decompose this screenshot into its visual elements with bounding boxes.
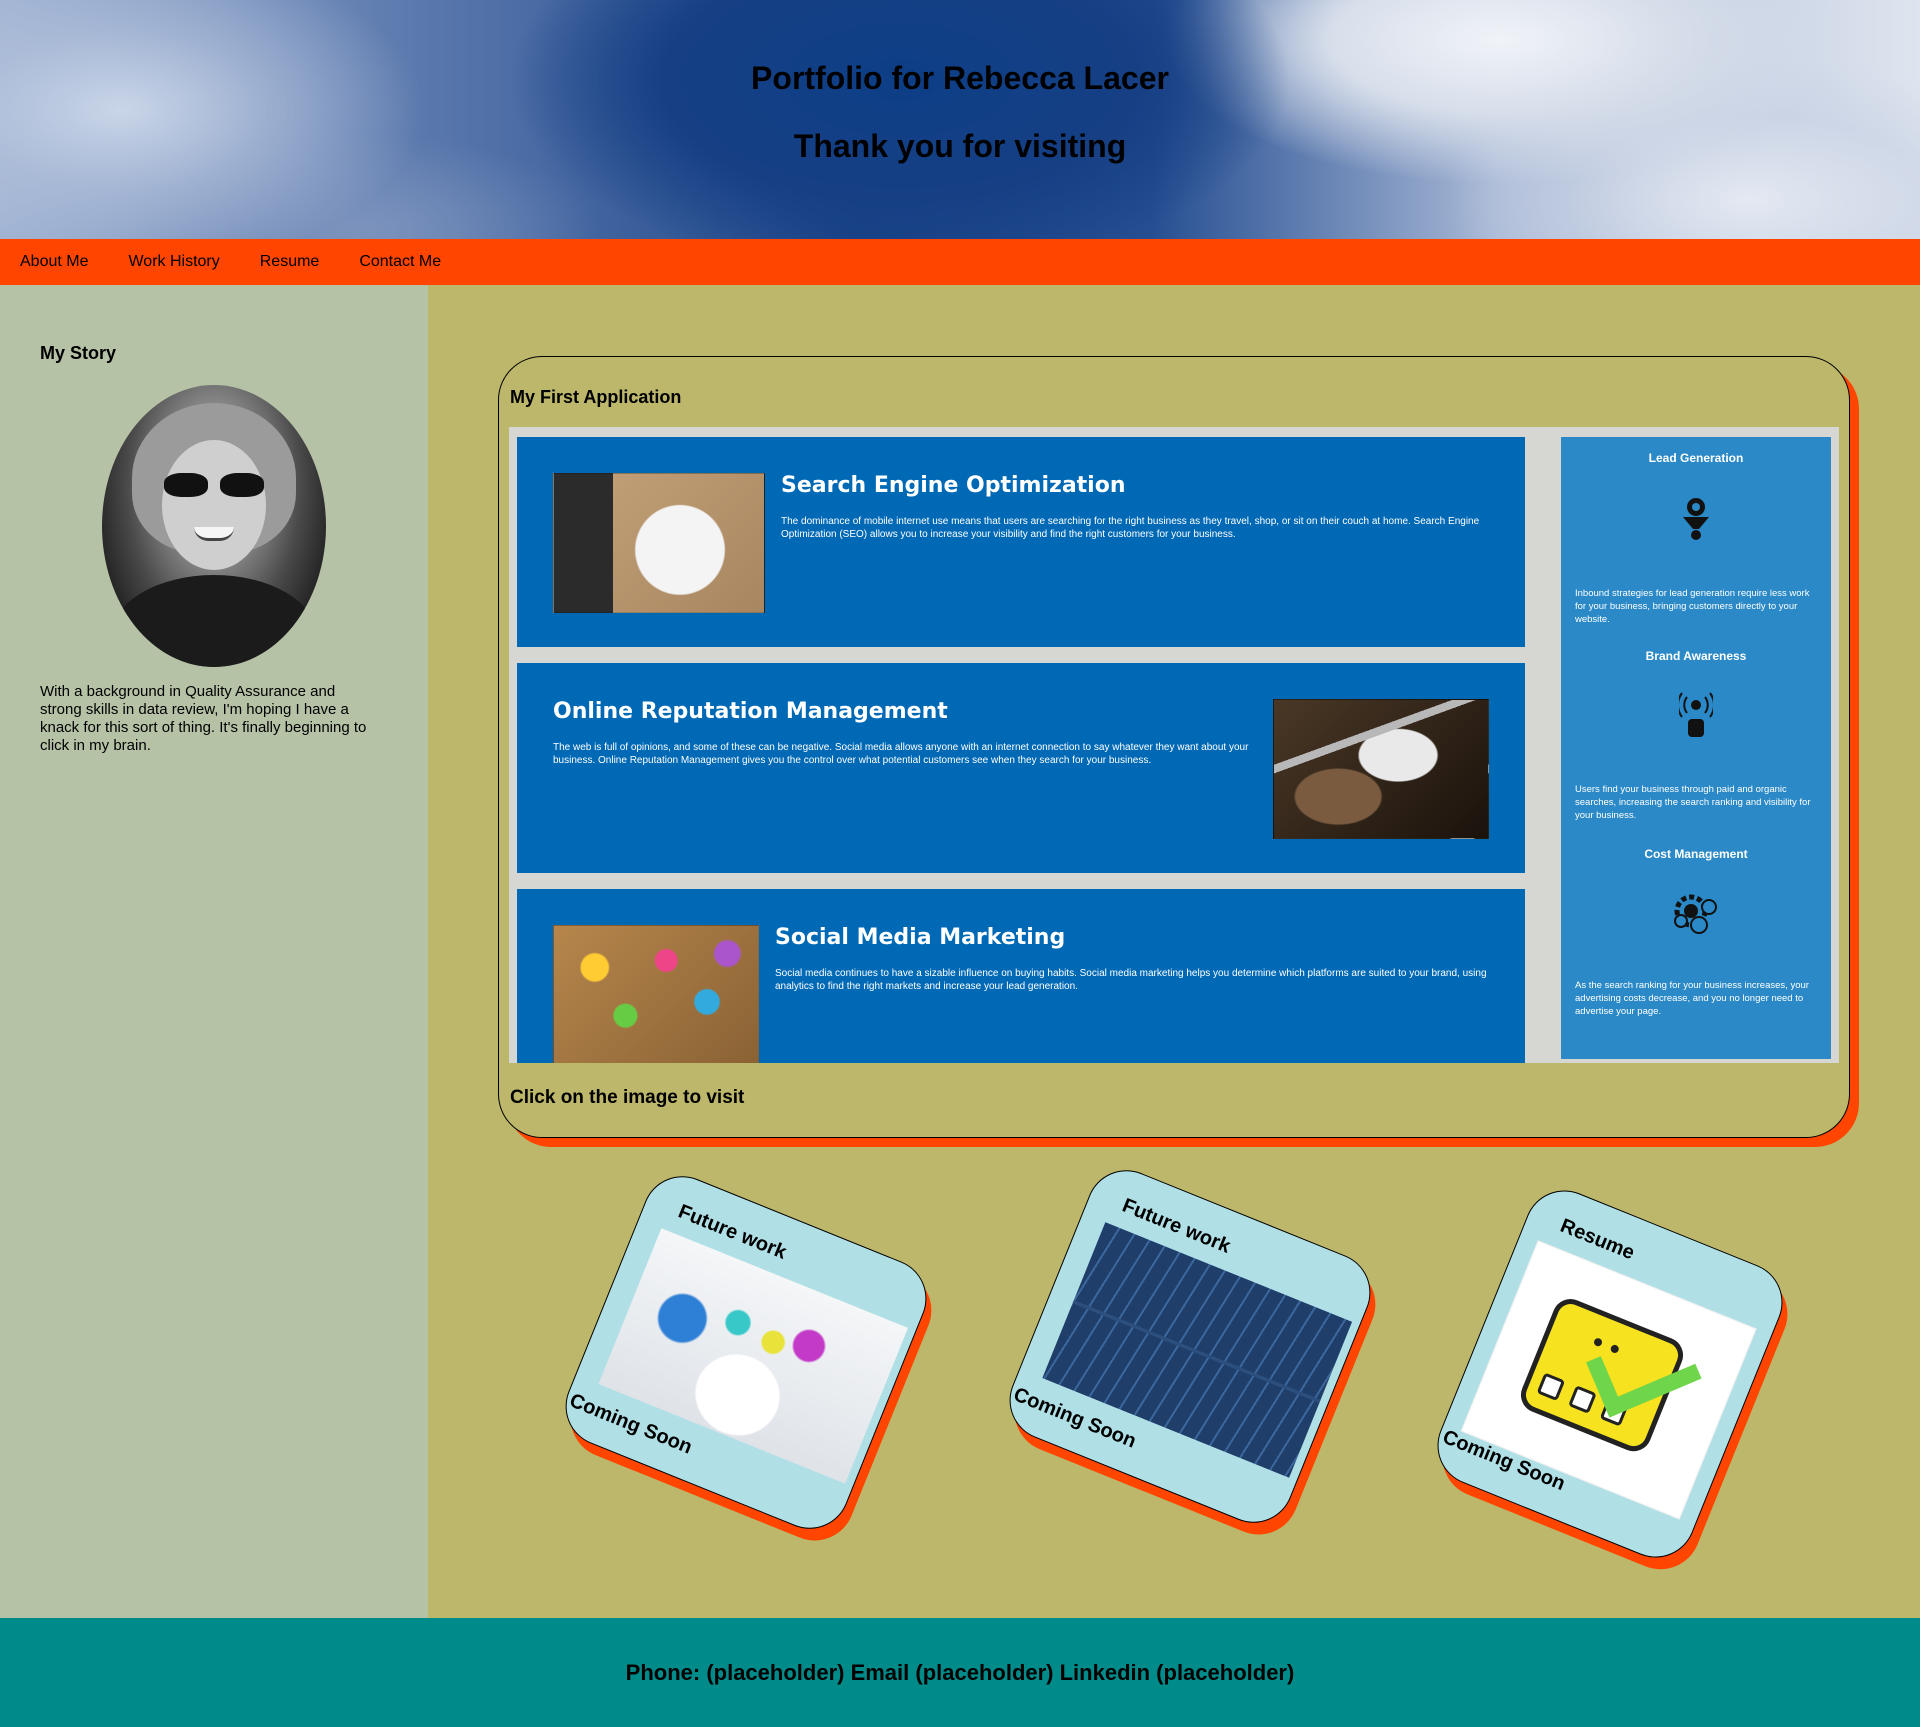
seo-body: The dominance of mobile internet use mea… [781, 516, 1480, 540]
seo-panel: Search Engine Optimization The dominance… [517, 437, 1525, 647]
story-text: With a background in Quality Assurance a… [40, 683, 367, 754]
nav-about-me[interactable]: About Me [20, 253, 88, 271]
benefits-panel: Lead Generation Inbound strategies for l… [1561, 437, 1831, 1059]
benefit-title: Cost Management [1644, 847, 1748, 861]
nav-work-history[interactable]: Work History [128, 253, 219, 271]
nav-contact-me[interactable]: Contact Me [359, 253, 441, 271]
seo-title: Search Engine Optimization [781, 473, 1126, 498]
future-work-card-1[interactable]: Future work Coming Soon [553, 1164, 939, 1541]
smm-image [553, 925, 759, 1063]
sidebar-heading: My Story [40, 343, 117, 363]
orm-body: The web is full of opinions, and some of… [553, 742, 1249, 766]
orm-panel: Online Reputation Management The web is … [517, 663, 1525, 873]
smm-body: Social media continues to have a sizable… [775, 968, 1487, 992]
orm-image [1273, 699, 1489, 839]
solar-panels-image [1042, 1222, 1353, 1478]
benefit-title: Lead Generation [1648, 451, 1744, 465]
seo-image [553, 473, 765, 613]
orm-title: Online Reputation Management [553, 699, 948, 724]
footer: Phone: (placeholder) Email (placeholder)… [0, 1618, 1920, 1727]
application-caption: Click on the image to visit [510, 1087, 745, 1108]
contact-info: Phone: (placeholder) Email (placeholder)… [625, 1659, 1295, 1685]
hero-header: Portfolio for Rebecca Lacer Thank you fo… [0, 0, 1920, 239]
resume-card[interactable]: Resume Coming Soon [1425, 1178, 1795, 1570]
gear-dollar-icon [1674, 894, 1717, 934]
benefit-title: Brand Awareness [1645, 649, 1747, 663]
broadcast-person-icon [1679, 692, 1713, 737]
page-subtitle: Thank you for visiting [793, 128, 1127, 164]
application-title: My First Application [510, 387, 682, 407]
funnel-icon [1683, 498, 1709, 540]
future-work-card-2[interactable]: Future work Coming Soon [997, 1158, 1383, 1535]
top-nav: About Me Work History Resume Contact Me [0, 239, 1920, 285]
page-title: Portfolio for Rebecca Lacer [751, 60, 1169, 96]
profile-photo [102, 385, 326, 667]
first-application-card: My First Application Search Engine Optim… [498, 356, 1850, 1138]
sidebar: My Story With a background in Quality As… [0, 285, 428, 1618]
smm-panel: Social Media Marketing Social media cont… [517, 889, 1525, 1063]
benefit-body: Inbound strategies for lead generation r… [1575, 588, 1810, 625]
smm-title: Social Media Marketing [775, 925, 1066, 950]
application-screenshot-link[interactable]: Search Engine Optimization The dominance… [509, 427, 1839, 1063]
benefit-body: Users find your business through paid an… [1575, 784, 1811, 821]
checklist-image [1460, 1240, 1757, 1520]
lab-glassware-image [598, 1228, 909, 1484]
nav-resume[interactable]: Resume [260, 253, 320, 271]
benefit-body: As the search ranking for your business … [1575, 980, 1809, 1017]
